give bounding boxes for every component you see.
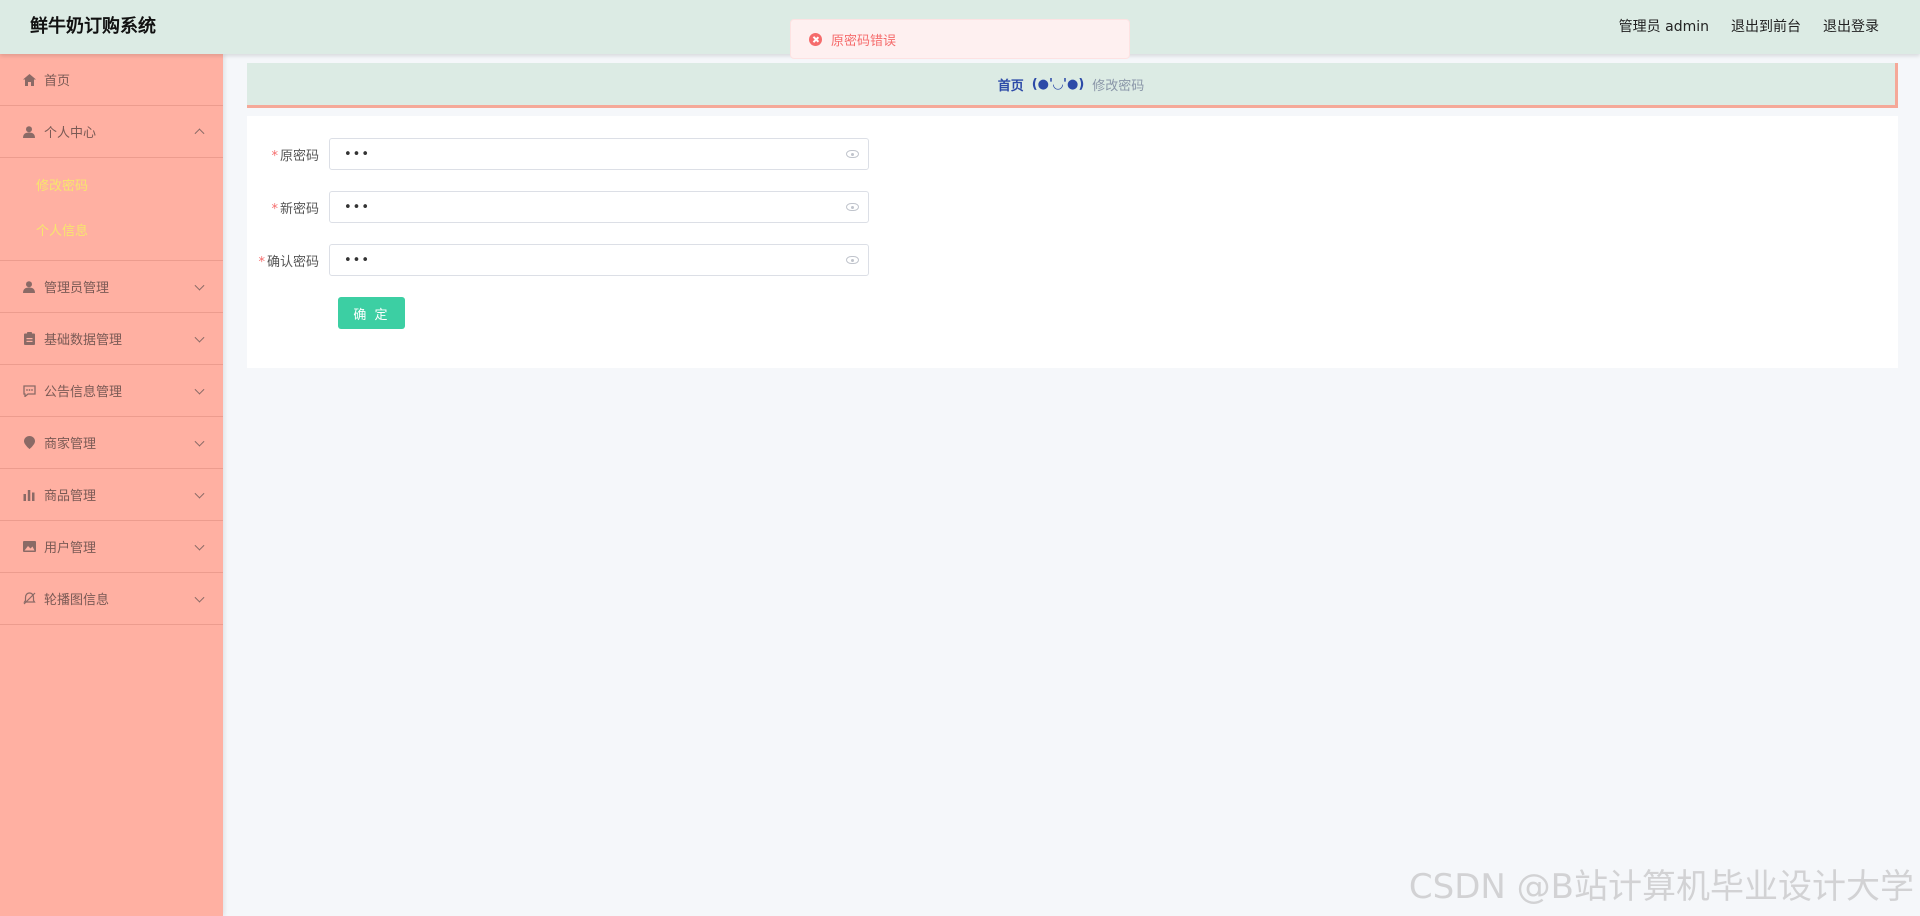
chevron-down-icon [194, 332, 205, 343]
sidebar-item-label: 商家管理 [44, 437, 97, 452]
chevron-up-icon [194, 127, 205, 138]
submit-button[interactable]: 确 定 [338, 297, 405, 329]
old-password-label: * 原密码 [271, 148, 319, 164]
bell-off-icon [22, 592, 36, 606]
personal-center-submenu: 修改密码 个人信息 [0, 158, 223, 261]
confirm-password-row: * 确认密码 ••• [247, 244, 947, 276]
old-password-input[interactable]: ••• [329, 138, 869, 170]
change-password-form: * 原密码 ••• * 新密码 ••• * 确认密码 ••• 确 定 [247, 116, 1898, 368]
breadcrumb-home-link[interactable]: 首页 [998, 75, 1024, 94]
chevron-down-icon [194, 280, 205, 291]
sidebar-item-merchant[interactable]: 商家管理 [0, 417, 223, 469]
user-icon [22, 125, 36, 139]
header-actions: 管理员 admin 退出到前台 退出登录 [1619, 17, 1879, 37]
new-password-label: * 新密码 [271, 201, 319, 217]
old-password-row: * 原密码 ••• [247, 138, 947, 170]
breadcrumb-current: 修改密码 [1092, 78, 1145, 94]
error-toast: 原密码错误 [790, 19, 1130, 59]
new-password-row: * 新密码 ••• [247, 191, 947, 223]
sidebar-item-label: 商品管理 [44, 489, 97, 504]
sidebar-item-home[interactable]: 首页 [0, 54, 223, 106]
chat-icon [22, 384, 36, 398]
breadcrumb: 首页 (●'◡'●) 修改密码 [247, 63, 1898, 108]
submenu-item-change-password[interactable]: 修改密码 [0, 162, 223, 207]
bar-chart-icon [22, 488, 36, 502]
chevron-down-icon [194, 592, 205, 603]
logout-link[interactable]: 退出登录 [1823, 17, 1879, 37]
sidebar-item-carousel[interactable]: 轮播图信息 [0, 573, 223, 625]
chevron-down-icon [194, 488, 205, 499]
watermark: CSDN @B站计算机毕业设计大学 [1408, 867, 1914, 907]
sidebar-item-admin-management[interactable]: 管理员管理 [0, 261, 223, 313]
current-user-label: 管理员 admin [1618, 19, 1709, 35]
toast-message: 原密码错误 [831, 33, 897, 49]
sidebar-item-label: 用户管理 [44, 541, 97, 556]
chevron-down-icon [194, 540, 205, 551]
confirm-password-input[interactable]: ••• [329, 244, 869, 276]
new-password-input[interactable]: ••• [329, 191, 869, 223]
eye-icon[interactable] [846, 150, 859, 158]
error-circle-icon [809, 32, 822, 46]
chevron-down-icon [194, 384, 205, 395]
sidebar-item-label: 基础数据管理 [44, 333, 123, 348]
sidebar-item-label: 管理员管理 [44, 281, 110, 296]
sidebar-item-label: 轮播图信息 [44, 593, 110, 608]
chevron-down-icon [194, 436, 205, 447]
sidebar-item-label: 首页 [44, 74, 71, 89]
sidebar-item-users[interactable]: 用户管理 [0, 521, 223, 573]
sidebar-item-basic-data[interactable]: 基础数据管理 [0, 313, 223, 365]
sidebar-item-personal-center[interactable]: 个人中心 [0, 106, 223, 158]
home-icon [22, 73, 36, 87]
confirm-password-label: * 确认密码 [258, 254, 319, 270]
submenu-item-personal-info[interactable]: 个人信息 [0, 207, 223, 252]
clipboard-icon [22, 332, 36, 346]
location-icon [22, 436, 36, 450]
picture-icon [22, 540, 36, 554]
sidebar-item-label: 公告信息管理 [44, 385, 123, 400]
eye-icon[interactable] [846, 203, 859, 211]
sidebar-item-goods[interactable]: 商品管理 [0, 469, 223, 521]
user-icon [22, 280, 36, 294]
breadcrumb-separator: (●'◡'●) [1031, 76, 1085, 92]
sidebar: 首页 个人中心 修改密码 个人信息 管理员管理 基础数据管理 公告信息管理 商家… [0, 54, 223, 916]
sidebar-item-announcement[interactable]: 公告信息管理 [0, 365, 223, 417]
eye-icon[interactable] [846, 256, 859, 264]
app-title: 鲜牛奶订购系统 [30, 16, 156, 37]
sidebar-item-label: 个人中心 [44, 126, 97, 141]
exit-to-frontend-link[interactable]: 退出到前台 [1731, 17, 1801, 37]
